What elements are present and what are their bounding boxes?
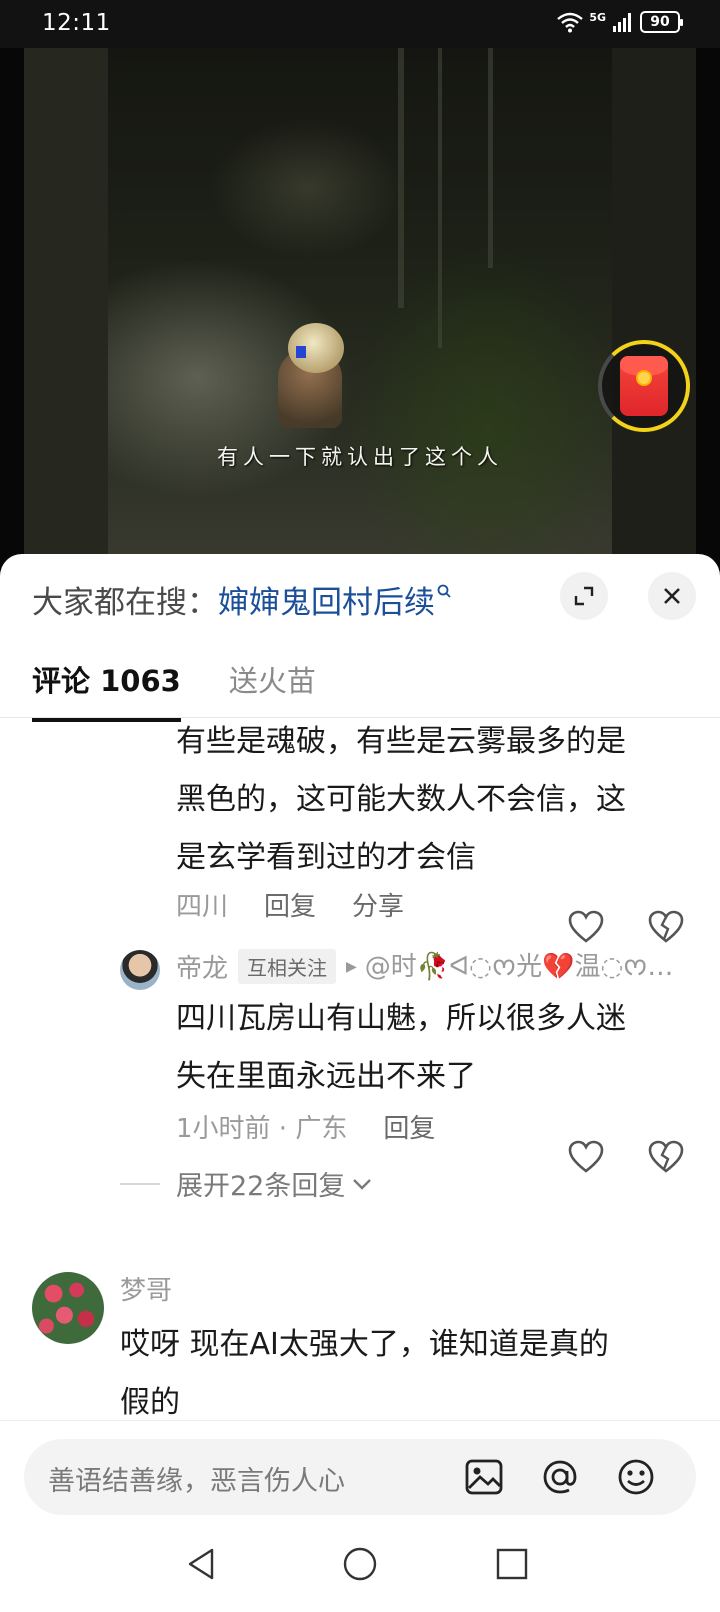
- reply-to-user[interactable]: @时🥀ᐊ◌ᰔ光💔温◌ᰔ…: [365, 946, 674, 987]
- comment-line: 有些是魂破，有些是云雾最多的是: [176, 724, 626, 759]
- like-icon[interactable]: [568, 910, 604, 944]
- image-icon[interactable]: [462, 1455, 506, 1499]
- reply-meta: 1小时前 · 广东 回复: [176, 1108, 471, 1145]
- reply-arrow-icon: ▶: [346, 958, 357, 975]
- video-figure-mark: [296, 346, 306, 358]
- video-subtitle: 有人一下就认出了这个人: [217, 445, 503, 469]
- comment-location: 四川: [176, 892, 229, 922]
- dislike-icon[interactable]: [648, 910, 684, 944]
- mention-icon[interactable]: [538, 1455, 582, 1499]
- dislike-icon[interactable]: [648, 1140, 684, 1174]
- divider: [120, 1182, 160, 1185]
- share-button[interactable]: 分享: [352, 886, 404, 923]
- tree-trunk: [488, 48, 493, 268]
- home-icon[interactable]: [336, 1540, 384, 1588]
- comment-input[interactable]: 善语结善缘，恶言伤人心: [24, 1439, 696, 1515]
- wifi-icon: [557, 12, 584, 33]
- trending-search-link[interactable]: 婶婶鬼回村后续: [218, 577, 435, 622]
- comment-input-bar: 善语结善缘，恶言伤人心: [0, 1420, 720, 1522]
- red-envelope-icon: [620, 356, 668, 416]
- back-icon[interactable]: [178, 1540, 226, 1588]
- avatar[interactable]: [120, 950, 160, 990]
- tab-comments[interactable]: 评论 1063: [32, 658, 181, 722]
- like-icon[interactable]: [568, 1140, 604, 1174]
- comment-text: 有些是魂破，有些是云雾最多的是 黑色的，这可能大数人不会信，这 是玄学看到过的才…: [176, 713, 626, 887]
- reply-time-location: 1小时前 · 广东: [176, 1114, 348, 1144]
- mutual-follow-badge: 互相关注: [238, 949, 337, 984]
- reply-button[interactable]: 回复: [264, 886, 316, 923]
- status-icons: 5G 90: [557, 10, 683, 33]
- avatar[interactable]: [32, 1272, 104, 1344]
- trending-search-label: 大家都在搜：: [32, 584, 218, 621]
- comment-line: 哎呀 现在AI太强大了，谁知道是真的: [120, 1327, 609, 1362]
- comment-line: 黑色的，这可能大数人不会信，这: [176, 782, 626, 817]
- video-blur-right: [612, 48, 696, 568]
- comment-line: 失在里面永远出不来了: [176, 1059, 476, 1094]
- network-type: 5G: [589, 10, 606, 24]
- tree-trunk: [398, 48, 404, 308]
- comment-input-placeholder: 善语结善缘，恶言伤人心: [48, 1466, 345, 1497]
- comment-text: 哎呀 现在AI太强大了，谁知道是真的 假的: [120, 1316, 609, 1432]
- comment-username[interactable]: 梦哥: [120, 1270, 172, 1307]
- reply-button[interactable]: 回复: [383, 1108, 435, 1145]
- comment-meta: 四川 回复 分享: [176, 886, 440, 923]
- comment-line: 是玄学看到过的才会信: [176, 840, 476, 875]
- battery-indicator: 90: [640, 11, 683, 33]
- close-icon: [664, 588, 680, 604]
- comment-line: 四川瓦房山有山魅，所以很多人迷: [176, 1001, 626, 1036]
- emoji-icon[interactable]: [614, 1455, 658, 1499]
- red-envelope-button[interactable]: [598, 340, 690, 432]
- expand-icon: [574, 586, 594, 606]
- reply-username[interactable]: 帝龙: [176, 948, 228, 985]
- search-icon: [437, 582, 451, 603]
- video-player[interactable]: 有人一下就认出了这个人: [0, 48, 720, 568]
- video-blur-left: [24, 48, 108, 568]
- chevron-down-icon: [353, 1178, 372, 1190]
- tree-trunk: [438, 48, 442, 348]
- reply-header: 帝龙 互相关注 ▶ @时🥀ᐊ◌ᰔ光💔温◌ᰔ…: [176, 946, 673, 987]
- signal-icon: [613, 13, 631, 32]
- coin-icon: [636, 370, 652, 386]
- close-panel-button[interactable]: [648, 572, 696, 620]
- video-frame[interactable]: 有人一下就认出了这个人: [108, 48, 612, 568]
- status-time: 12:11: [42, 10, 111, 36]
- navigation-bar: [0, 1522, 720, 1612]
- recent-apps-icon[interactable]: [488, 1540, 536, 1588]
- trending-search[interactable]: 大家都在搜： 婶婶鬼回村后续: [32, 574, 451, 624]
- status-bar: 12:11 5G 90: [0, 0, 720, 48]
- expand-replies-label: 展开22条回复: [176, 1171, 346, 1202]
- expand-replies-button[interactable]: 展开22条回复: [120, 1164, 373, 1203]
- expand-panel-button[interactable]: [560, 572, 608, 620]
- reply-text: 四川瓦房山有山魅，所以很多人迷 失在里面永远出不来了: [176, 990, 626, 1106]
